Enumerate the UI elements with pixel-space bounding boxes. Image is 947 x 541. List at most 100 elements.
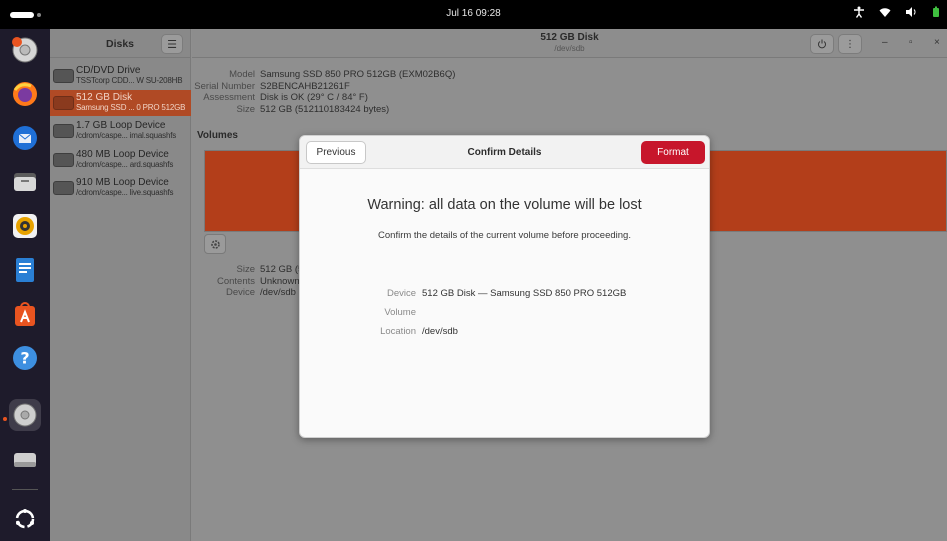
- sidebar-item-cd-dvd[interactable]: CD/DVD Drive TSSTcorp CDD... W SU-208HB: [50, 63, 191, 89]
- wifi-icon[interactable]: [879, 6, 891, 21]
- dock-item-show-apps[interactable]: [9, 503, 41, 535]
- disk-name: 480 MB Loop Device: [76, 149, 169, 160]
- dock-item-thunderbird[interactable]: [9, 122, 41, 154]
- info-key: Assessment: [203, 92, 255, 103]
- disk-name: 910 MB Loop Device: [76, 177, 169, 188]
- info-value: 512 GB (5: [260, 264, 304, 275]
- loop-device-icon: [53, 124, 74, 138]
- sidebar-item-loop-910mb[interactable]: 910 MB Loop Device /cdrom/caspe... live.…: [50, 175, 191, 201]
- app-center-icon: [15, 302, 35, 326]
- close-icon: ×: [934, 37, 940, 48]
- active-indicator: [3, 417, 7, 421]
- dock-item-rhythmbox[interactable]: [9, 210, 41, 242]
- info-key: Size: [236, 103, 255, 115]
- gear-icon: [210, 239, 220, 249]
- disk-subtitle: TSSTcorp CDD... W SU-208HB: [76, 76, 183, 85]
- power-off-button[interactable]: [810, 34, 834, 54]
- detail-row-device: Device 512 GB Disk — Samsung SSD 850 PRO …: [340, 284, 626, 303]
- detail-key: Device: [386, 288, 416, 299]
- dock-item-disks-top[interactable]: [9, 34, 41, 66]
- sidebar-header: Disks ☰: [50, 29, 190, 58]
- thunderbird-icon: [13, 126, 37, 150]
- detail-key: Volume: [384, 307, 416, 318]
- info-row-size: Size 512 GB (512110183424 bytes): [192, 104, 455, 116]
- info-value: /dev/sdb: [260, 287, 296, 298]
- minimize-button[interactable]: –: [882, 37, 888, 48]
- files-icon: [14, 173, 36, 191]
- hamburger-menu-button[interactable]: ☰: [161, 34, 183, 54]
- detail-row-location: Location/dev/sdb: [340, 322, 626, 341]
- warning-subtext: Confirm the details of the current volum…: [378, 230, 631, 241]
- loop-device-icon: [53, 181, 74, 195]
- info-key: Serial Number: [194, 80, 255, 92]
- info-value: Disk is OK (29° C / 84° F): [260, 92, 368, 103]
- warning-heading: Warning: all data on the volume will be …: [367, 197, 642, 213]
- vol-row-contents: Contents Unknown: [192, 276, 303, 288]
- dock-item-firefox[interactable]: [9, 78, 41, 110]
- dock-item-app-center[interactable]: [9, 298, 41, 330]
- maximize-icon: ▫: [909, 37, 913, 48]
- detail-value: /dev/sdb: [422, 326, 458, 337]
- confirm-dialog: Previous Confirm Details Format Warning:…: [299, 135, 710, 438]
- loop-device-icon: [53, 153, 74, 167]
- minimize-icon: –: [882, 37, 888, 48]
- info-value: S2BENCAHB21261F: [260, 80, 350, 92]
- sidebar-item-loop-480mb[interactable]: 480 MB Loop Device /cdrom/caspe... ard.s…: [50, 147, 191, 173]
- info-value: Samsung SSD 850 PRO 512GB (EXM02B6Q): [260, 69, 456, 80]
- power-icon: [818, 39, 826, 49]
- disk-subtitle: /cdrom/caspe... imal.squashfs: [76, 131, 177, 140]
- battery-icon[interactable]: [931, 6, 941, 21]
- accessibility-icon[interactable]: [853, 6, 865, 21]
- disk-subtitle: /cdrom/caspe... ard.squashfs: [76, 160, 174, 169]
- hamburger-icon: ☰: [167, 38, 177, 51]
- format-button[interactable]: Format: [641, 141, 705, 164]
- info-key: Size: [236, 264, 255, 275]
- detail-value: 512 GB Disk — Samsung SSD 850 PRO 512GB: [422, 288, 627, 299]
- system-tray[interactable]: [853, 6, 941, 21]
- dock-separator: [12, 489, 38, 490]
- info-key: Contents: [216, 275, 255, 287]
- show-apps-icon: [15, 509, 35, 529]
- clock[interactable]: Jul 16 09:28: [0, 8, 947, 19]
- dock-item-disks[interactable]: [9, 399, 41, 431]
- volume-icon[interactable]: [905, 6, 917, 21]
- kebab-menu-icon: ⋮: [845, 38, 855, 50]
- writer-icon: [16, 258, 34, 282]
- disks-app-icon: [12, 37, 38, 63]
- sidebar-item-loop-1-7gb[interactable]: 1.7 GB Loop Device /cdrom/caspe... imal.…: [50, 118, 191, 144]
- disk-name: 512 GB Disk: [76, 92, 133, 103]
- info-row-model: Model Samsung SSD 850 PRO 512GB (EXM02B6Q…: [192, 69, 455, 81]
- ssd-icon: [53, 96, 74, 110]
- vol-row-device: Device/dev/sdb: [192, 287, 303, 299]
- info-value: 512 GB (512110183424 bytes): [260, 103, 390, 115]
- svg-text:?: ?: [20, 349, 29, 368]
- help-icon: ?: [13, 346, 37, 370]
- maximize-button[interactable]: ▫: [909, 37, 913, 48]
- main-header: 512 GB Disk /dev/sdb ⋮ – ▫ ×: [192, 29, 947, 58]
- dock-item-files[interactable]: [9, 166, 41, 198]
- rhythmbox-icon: [13, 214, 37, 238]
- disks-icon: [13, 403, 37, 427]
- vol-row-size: Size 512 GB (5: [192, 264, 304, 276]
- sidebar-title: Disks: [106, 38, 135, 50]
- info-key: Model: [229, 69, 255, 80]
- dock-item-writer[interactable]: [9, 254, 41, 286]
- drive-options-button[interactable]: ⋮: [838, 34, 862, 54]
- close-button[interactable]: ×: [934, 37, 940, 48]
- partition-options-button[interactable]: [204, 234, 226, 254]
- dock-item-help[interactable]: ?: [9, 342, 41, 374]
- drive-icon: [14, 453, 36, 467]
- firefox-icon: [13, 82, 37, 106]
- optical-drive-icon: [53, 69, 74, 83]
- disk-name: CD/DVD Drive: [76, 65, 141, 76]
- sidebar: Disks ☰ CD/DVD Drive TSSTcorp CDD... W S…: [50, 29, 191, 541]
- sidebar-item-512gb-disk[interactable]: 512 GB Disk Samsung SSD ... 0 PRO 512GB: [50, 90, 191, 116]
- top-bar: Jul 16 09:28: [0, 0, 947, 29]
- dock-item-drive[interactable]: [9, 443, 41, 475]
- dock: ?: [0, 29, 50, 541]
- info-key: Device: [225, 287, 255, 298]
- info-value: Unknown: [260, 275, 300, 287]
- detail-key: Location: [380, 326, 416, 337]
- detail-row-volume: Volume: [340, 303, 626, 322]
- volume-info: Size 512 GB (5 Contents Unknown Device/dev…: [192, 264, 303, 299]
